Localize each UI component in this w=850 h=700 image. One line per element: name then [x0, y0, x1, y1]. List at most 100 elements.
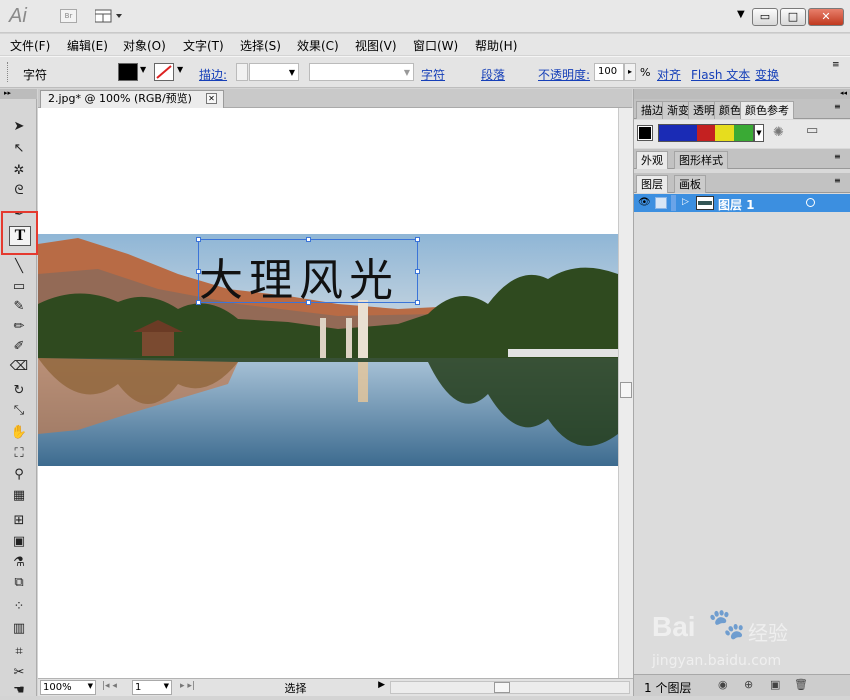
- free-transform-tool-icon[interactable]: ⛶: [9, 444, 29, 463]
- magic-wand-tool-icon[interactable]: ✲: [9, 161, 29, 180]
- transform-link[interactable]: 变换: [755, 66, 779, 83]
- stroke-weight-dropdown[interactable]: ▼: [249, 63, 299, 81]
- line-tool-icon[interactable]: ╲: [9, 257, 29, 276]
- swatch[interactable]: [715, 125, 735, 141]
- tab-appearance[interactable]: 外观: [636, 151, 668, 169]
- scroll-thumb[interactable]: [620, 382, 632, 398]
- swatch[interactable]: [696, 125, 716, 141]
- headline-text[interactable]: 大理风光: [199, 244, 419, 308]
- eyedropper-tool-icon[interactable]: ⚗: [9, 553, 29, 572]
- control-menu-icon[interactable]: ≡: [832, 60, 840, 70]
- artboard-canvas[interactable]: 大理风光: [38, 108, 618, 678]
- handle[interactable]: [196, 269, 201, 274]
- status-mode[interactable]: 选择 ▶: [213, 680, 385, 695]
- document-tab[interactable]: 2.jpg* @ 100% (RGB/预览): [40, 90, 224, 108]
- pencil-tool-icon[interactable]: ✏: [9, 317, 29, 336]
- lasso-tool-icon[interactable]: ᘓ: [9, 181, 29, 200]
- new-sublayer-icon[interactable]: ⊕: [744, 678, 753, 691]
- opacity-input[interactable]: 100: [594, 63, 624, 81]
- menu-window[interactable]: 窗口(W): [413, 37, 458, 54]
- minimize-button[interactable]: ▭: [752, 8, 778, 26]
- menu-view[interactable]: 视图(V): [355, 37, 397, 54]
- workspace-menu-arrow[interactable]: ▼: [737, 9, 745, 20]
- swatch[interactable]: [659, 125, 678, 141]
- text-bounding-box[interactable]: 大理风光: [196, 237, 420, 306]
- tab-artboards[interactable]: 画板: [674, 175, 706, 193]
- paragraph-link[interactable]: 段落: [481, 66, 505, 83]
- stroke-stepper[interactable]: [236, 63, 248, 81]
- rectangle-tool-icon[interactable]: ▭: [9, 277, 29, 296]
- stroke-none-swatch[interactable]: [154, 63, 174, 81]
- align-link[interactable]: 对齐: [657, 66, 681, 83]
- slice-tool-icon[interactable]: ✂: [9, 663, 29, 682]
- shape-builder-tool-icon[interactable]: ⚲: [9, 465, 29, 484]
- scale-tool-icon[interactable]: ⤡: [9, 401, 29, 420]
- menu-type[interactable]: 文字(T): [183, 37, 224, 54]
- eraser-tool-icon[interactable]: ⌫: [9, 357, 29, 376]
- first-page-icon[interactable]: |◂ ◂: [102, 681, 117, 691]
- direct-selection-tool-icon[interactable]: ↖: [9, 139, 29, 158]
- page-dropdown[interactable]: 1 ▼: [132, 680, 172, 695]
- tab-color-guide[interactable]: 颜色参考: [740, 101, 794, 119]
- flash-text-link[interactable]: Flash 文本: [691, 66, 750, 83]
- opacity-arrow[interactable]: ▸: [624, 63, 636, 81]
- maximize-button[interactable]: □: [780, 8, 806, 26]
- panel-menu-icon[interactable]: ≡: [834, 152, 841, 161]
- blend-tool-icon[interactable]: ⧉: [9, 573, 29, 592]
- menu-help[interactable]: 帮助(H): [475, 37, 517, 54]
- panel-menu-icon[interactable]: ≡: [834, 102, 841, 111]
- base-color-swatch[interactable]: [637, 125, 653, 141]
- lock-toggle[interactable]: [655, 197, 667, 209]
- stroke-dropdown-arrow[interactable]: ▼: [177, 65, 183, 74]
- color-wheel-icon[interactable]: ✺: [773, 125, 784, 140]
- warp-tool-icon[interactable]: ✋: [9, 423, 29, 442]
- tab-layers[interactable]: 图层: [636, 175, 668, 193]
- symbol-sprayer-tool-icon[interactable]: ⁘: [9, 597, 29, 616]
- paintbrush-tool-icon[interactable]: ✎: [9, 297, 29, 316]
- mesh-tool-icon[interactable]: ⊞: [9, 511, 29, 530]
- close-button[interactable]: ✕: [808, 8, 844, 26]
- menu-effect[interactable]: 效果(C): [297, 37, 339, 54]
- menu-object[interactable]: 对象(O): [123, 37, 166, 54]
- handle[interactable]: [415, 300, 420, 305]
- rotate-tool-icon[interactable]: ↻: [9, 381, 29, 400]
- harmony-swatches[interactable]: [658, 124, 754, 142]
- arrange-documents-button[interactable]: [94, 9, 125, 24]
- handle[interactable]: [415, 237, 420, 242]
- close-tab-icon[interactable]: ✕: [206, 93, 217, 104]
- vertical-scrollbar[interactable]: [618, 108, 633, 678]
- menu-file[interactable]: 文件(F): [10, 37, 50, 54]
- handle[interactable]: [415, 269, 420, 274]
- blob-brush-tool-icon[interactable]: ✐: [9, 337, 29, 356]
- handle[interactable]: [196, 237, 201, 242]
- swatch[interactable]: [677, 125, 697, 141]
- handle[interactable]: [306, 237, 311, 242]
- artboard-tool-icon[interactable]: ⌗: [9, 642, 29, 661]
- character-link[interactable]: 字符: [421, 66, 445, 83]
- last-page-icon[interactable]: ▸ ▸|: [180, 681, 195, 691]
- gradient-tool-icon[interactable]: ▣: [9, 532, 29, 551]
- opacity-label[interactable]: 不透明度:: [538, 66, 590, 83]
- layer-name[interactable]: 图层 1: [718, 196, 755, 213]
- harmony-dropdown-arrow[interactable]: ▼: [754, 124, 764, 142]
- zoom-dropdown[interactable]: 100% ▼: [40, 680, 96, 695]
- hand-tool-icon[interactable]: ☚: [9, 681, 29, 700]
- menu-edit[interactable]: 编辑(E): [67, 37, 108, 54]
- bridge-button[interactable]: Br: [60, 9, 77, 23]
- tab-graphic-styles[interactable]: 图形样式: [674, 151, 728, 169]
- stroke-label[interactable]: 描边:: [199, 66, 227, 83]
- panel-menu-icon[interactable]: ≡: [834, 176, 841, 185]
- h-scroll-thumb[interactable]: [494, 682, 510, 693]
- swatch[interactable]: [734, 125, 753, 141]
- expand-triangle-icon[interactable]: ▷: [682, 197, 689, 207]
- new-layer-icon[interactable]: ▣: [770, 678, 780, 691]
- visibility-eye-icon[interactable]: 👁: [638, 197, 651, 208]
- selection-tool-icon[interactable]: ➤: [9, 117, 29, 136]
- make-clipping-mask-icon[interactable]: ◉: [718, 678, 728, 691]
- toolbox-collapse-icon[interactable]: ▸▸: [0, 89, 37, 99]
- fill-swatch[interactable]: [118, 63, 138, 81]
- delete-layer-icon[interactable]: 🗑: [794, 678, 808, 691]
- handle[interactable]: [196, 300, 201, 305]
- save-group-icon[interactable]: ▭: [806, 123, 818, 138]
- perspective-grid-tool-icon[interactable]: ▦: [9, 486, 29, 505]
